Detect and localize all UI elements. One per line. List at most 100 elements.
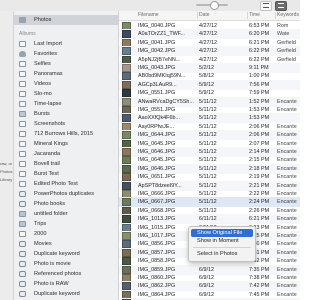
sidebar-item[interactable]: Bovell trail	[14, 159, 118, 169]
sidebar-item[interactable]: Edited Photo Test	[14, 179, 118, 189]
album-icon	[19, 121, 26, 127]
sidebar-item[interactable]: Referenced photos	[14, 269, 118, 279]
sidebar-item[interactable]: 712 Burrows Hills, 2015	[14, 129, 118, 139]
sidebar-item-label: Photo is RAW	[34, 281, 69, 287]
grid-view-button[interactable]	[275, 1, 287, 11]
smart-album-icon	[19, 291, 26, 297]
column-date[interactable]: Date	[199, 12, 210, 18]
smart-album-icon	[19, 201, 26, 207]
sidebar-item-label: Burst Test	[34, 171, 59, 177]
sidebar-item-photos[interactable]: Photos	[14, 15, 118, 25]
list-view-button[interactable]	[260, 1, 272, 11]
menu-separator	[193, 247, 251, 248]
sidebar-item[interactable]: Trips	[14, 219, 118, 229]
column-filename[interactable]: Filename	[138, 12, 159, 18]
menu-item-select-in-photos[interactable]: Select in Photos	[191, 250, 253, 258]
sidebar-item[interactable]: untitled folder	[14, 209, 118, 219]
folder-icon	[19, 221, 26, 227]
sidebar-item-label: Last Import	[34, 41, 62, 47]
menu-item-show-original-file[interactable]: Show Original File	[191, 229, 253, 237]
heart-icon	[19, 51, 26, 57]
sidebar-item[interactable]: 2000	[14, 229, 118, 239]
sidebar-item-label: Bovell trail	[34, 161, 60, 167]
album-icon	[19, 171, 26, 177]
list-view-icon	[263, 3, 269, 8]
sidebar-item-label: Screenshots	[34, 121, 66, 127]
sidebar-item[interactable]: Screenshots	[14, 119, 118, 129]
menu-item-show-in-moment[interactable]: Show in Moment	[191, 237, 253, 245]
album-icon	[19, 81, 26, 87]
zoom-slider-knob[interactable]	[210, 1, 219, 10]
sidebar-item[interactable]: Duplicate keyword	[14, 289, 118, 299]
sidebar-item-label: Favorites	[34, 51, 58, 57]
smart-album-icon	[19, 241, 26, 247]
sidebar-item[interactable]: Burst Test	[14, 169, 118, 179]
sidebar-item-label: PowerPhotos duplicates	[34, 191, 95, 197]
album-icon	[19, 61, 26, 67]
album-icon	[19, 161, 26, 167]
album-icon	[19, 131, 26, 137]
sidebar-item-label: Jacaranda	[34, 151, 61, 157]
sidebar-item[interactable]: Photo is RAW	[14, 279, 118, 289]
sidebar-item[interactable]: Jacaranda	[14, 149, 118, 159]
grid-view-icon	[278, 3, 284, 8]
sidebar-item-label: Referenced photos	[34, 271, 82, 277]
sidebar-item[interactable]: Movies	[14, 239, 118, 249]
sidebar-item[interactable]: Favorites	[14, 49, 118, 59]
smart-album-icon	[19, 271, 26, 277]
column-keywords[interactable]: Keywords	[277, 12, 299, 18]
sidebar-item-label: 2000	[34, 231, 47, 237]
sidebar-section-header: Albums	[19, 31, 36, 37]
background-text-1: raw, or	[0, 161, 13, 166]
sidebar-item[interactable]: Photo books	[14, 199, 118, 209]
sidebar-item[interactable]: Last Import	[14, 39, 118, 49]
sidebar-item[interactable]: Photo is movie	[14, 259, 118, 269]
sidebar-item-label: Duplicate keyword	[34, 291, 80, 297]
smart-album-icon	[19, 251, 26, 257]
sidebar-item[interactable]: Time-lapse	[14, 99, 118, 109]
folder-icon	[19, 211, 26, 217]
smart-album-icon	[19, 281, 26, 287]
context-menu: Show Original File Show in Moment Select…	[188, 226, 256, 262]
burst-icon	[19, 111, 26, 117]
sidebar-item-label: Slo-mo	[34, 91, 52, 97]
sidebar-item-label: Mineral Kings	[34, 141, 68, 147]
album-icon	[19, 231, 26, 237]
album-icon	[19, 91, 26, 97]
photos-icon	[19, 17, 26, 23]
sidebar-item-label: Videos	[34, 81, 52, 87]
sidebar-item-label: Duplicate keyword	[34, 251, 80, 257]
sidebar-item[interactable]: Slo-mo	[14, 89, 118, 99]
sidebar-item[interactable]: Videos	[14, 79, 118, 89]
smart-album-icon	[19, 191, 26, 197]
sidebar-item-label: Photos	[34, 17, 52, 23]
sidebar-item[interactable]: Bursts	[14, 109, 118, 119]
column-time[interactable]: Time	[249, 12, 260, 18]
column-header: Filename Date Time Keywords	[119, 11, 300, 21]
smart-album-icon	[19, 261, 26, 267]
sidebar-item[interactable]: PowerPhotos duplicates	[14, 189, 118, 199]
sidebar: Photos Albums Last Import Favorites Selfie…	[14, 11, 119, 300]
sidebar-item-label: Time-lapse	[34, 101, 62, 107]
background-text-3: Library	[0, 177, 13, 182]
sidebar-item[interactable]: Selfies	[14, 59, 118, 69]
sidebar-item-label: Bursts	[34, 111, 50, 117]
album-icon	[19, 41, 26, 47]
sidebar-item-label: 712 Burrows Hills, 2015	[34, 131, 94, 137]
sidebar-item-label: Photo books	[34, 201, 66, 207]
background-text-2: Photos	[0, 169, 13, 174]
sidebar-item-label: Trips	[34, 221, 47, 227]
sidebar-item-label: Edited Photo Test	[34, 181, 78, 187]
sidebar-item[interactable]: Duplicate keyword	[14, 249, 118, 259]
sidebar-item[interactable]: Panoramas	[14, 69, 118, 79]
album-icon	[19, 101, 26, 107]
sidebar-item-label: Selfies	[34, 61, 51, 67]
sidebar-item[interactable]: Mineral Kings	[14, 139, 118, 149]
sidebar-item-label: Photo is movie	[34, 261, 71, 267]
album-icon	[19, 71, 26, 77]
album-icon	[19, 151, 26, 157]
sidebar-item-label: Movies	[34, 241, 52, 247]
background-window-strip: raw, or Photos Library	[0, 11, 14, 300]
album-icon	[19, 181, 26, 187]
sidebar-item-label: Panoramas	[34, 71, 63, 77]
